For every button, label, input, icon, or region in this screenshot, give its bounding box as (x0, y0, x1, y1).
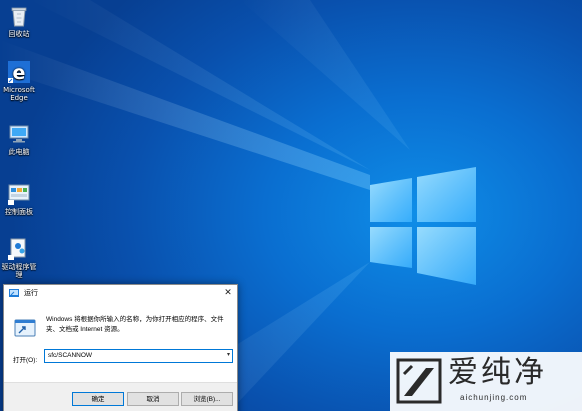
control-panel-icon (8, 184, 30, 205)
recycle-bin-icon (11, 7, 27, 27)
desktop-icon-label: 驱动程序管理 (1, 263, 37, 279)
open-label: 打开(O): (13, 357, 38, 364)
open-input[interactable]: sfc/SCANNOW ▾ (44, 349, 233, 363)
cancel-button[interactable]: 取消 (127, 392, 179, 406)
watermark-logo (396, 358, 442, 404)
title-bar[interactable]: 运行 ✕ (4, 285, 237, 302)
dialog-title: 运行 (24, 290, 38, 297)
ok-button[interactable]: 确定 (72, 392, 124, 406)
desktop-icon-this-pc[interactable]: 此电脑 (0, 122, 38, 156)
desktop-icon-label: 回收站 (8, 30, 30, 38)
run-dialog: 运行 ✕ Windows 将根据你所输入的名称，为你打开相应的程序、文件夹、文档… (3, 284, 238, 411)
run-title-icon (9, 289, 19, 297)
desktop-icon-edge[interactable]: e Microsoft Edge (0, 60, 38, 102)
dialog-description: Windows 将根据你所输入的名称，为你打开相应的程序、文件夹、文档或 Int… (46, 316, 224, 333)
desktop-icon-label: 控制面板 (5, 208, 33, 216)
browse-button[interactable]: 浏览(B)... (181, 392, 233, 406)
desktop-icon-recycle-bin[interactable]: 回收站 (0, 4, 38, 38)
chevron-down-icon[interactable]: ▾ (227, 351, 230, 358)
button-bar: 确定 取消 浏览(B)... (4, 382, 237, 411)
this-pc-icon (9, 125, 29, 143)
desktop: 回收站 e Microsoft Edge 此电脑 控制面板 驱动程序管理 运行 … (0, 0, 582, 411)
watermark-text: 爱纯净 (448, 355, 547, 390)
open-input-value: sfc/SCANNOW (48, 352, 93, 359)
desktop-icon-label: 此电脑 (8, 148, 30, 156)
close-button[interactable]: ✕ (219, 285, 237, 302)
watermark-url: aichunjing.com (460, 393, 528, 402)
driver-manager-icon (8, 238, 26, 260)
svg-text:e: e (13, 62, 26, 84)
desktop-icon-driver-manager[interactable]: 驱动程序管理 (0, 237, 38, 279)
desktop-icon-control-panel[interactable]: 控制面板 (0, 182, 38, 216)
run-program-icon (14, 319, 36, 337)
watermark: 爱纯净 aichunjing.com (390, 352, 582, 411)
desktop-icon-label: Microsoft Edge (3, 86, 35, 102)
edge-icon: e (8, 61, 30, 84)
